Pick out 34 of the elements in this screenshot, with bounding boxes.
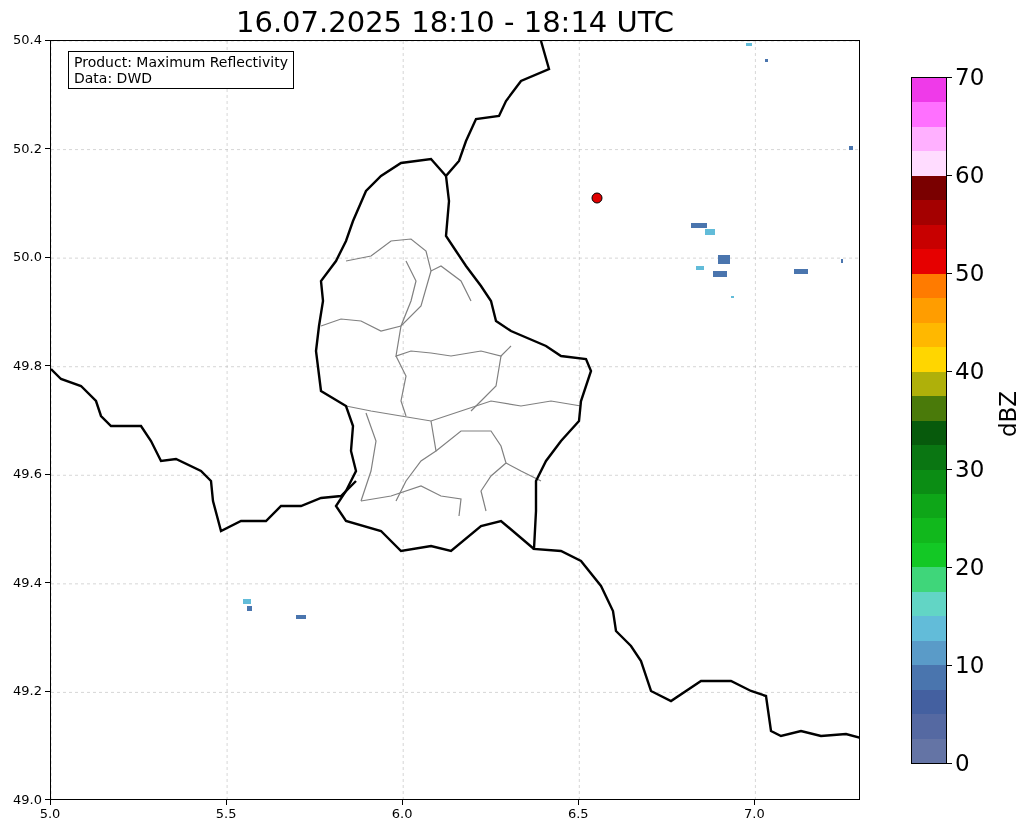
radar-echo: [696, 266, 704, 270]
radar-echo: [849, 146, 853, 150]
y-tick-label: 50.0: [13, 248, 42, 267]
y-tick-label: 49.0: [13, 791, 42, 809]
radar-echo: [718, 255, 730, 264]
colorbar-tick-label: 20: [955, 553, 985, 581]
radar-echo: [794, 269, 808, 274]
y-tick-label: 50.4: [13, 31, 42, 49]
radar-echo: [746, 43, 752, 46]
y-tick-label: 49.6: [13, 465, 42, 484]
y-tick-label: 49.4: [13, 573, 42, 592]
x-tick-label: 5.0: [39, 805, 61, 823]
legend-text: Data: DWD: [74, 70, 153, 86]
radar-echo: [296, 615, 306, 619]
x-tick-label: 6.0: [391, 805, 413, 823]
x-tick-label: 7.0: [744, 805, 765, 823]
y-tick-label: 49.2: [13, 682, 42, 701]
y-tick-label: 49.8: [13, 356, 42, 375]
colorbar-tick-label: 70: [955, 63, 985, 91]
colorbar-tick-label: 60: [955, 161, 985, 189]
colorbar-tick-label: 10: [955, 651, 985, 679]
chart-title: 16.07.2025 18:10 - 18:14 UTC: [235, 4, 675, 40]
colorbar-label: dBZ: [994, 390, 1023, 438]
y-tick-label: 50.2: [13, 139, 42, 158]
colorbar-tick-label: 30: [955, 455, 985, 483]
legend-text: Product: Maximum Reflectivity: [74, 54, 288, 70]
radar-echo: [765, 59, 768, 62]
location-marker: [591, 192, 603, 204]
colorbar-tick-label: 50: [955, 259, 985, 287]
radar-echo: [713, 271, 727, 277]
x-tick-label: 6.5: [567, 805, 589, 823]
colorbar-tick-label: 40: [955, 357, 985, 385]
x-tick-label: 5.5: [215, 805, 237, 823]
colorbar-tick-label: 0: [955, 749, 970, 777]
